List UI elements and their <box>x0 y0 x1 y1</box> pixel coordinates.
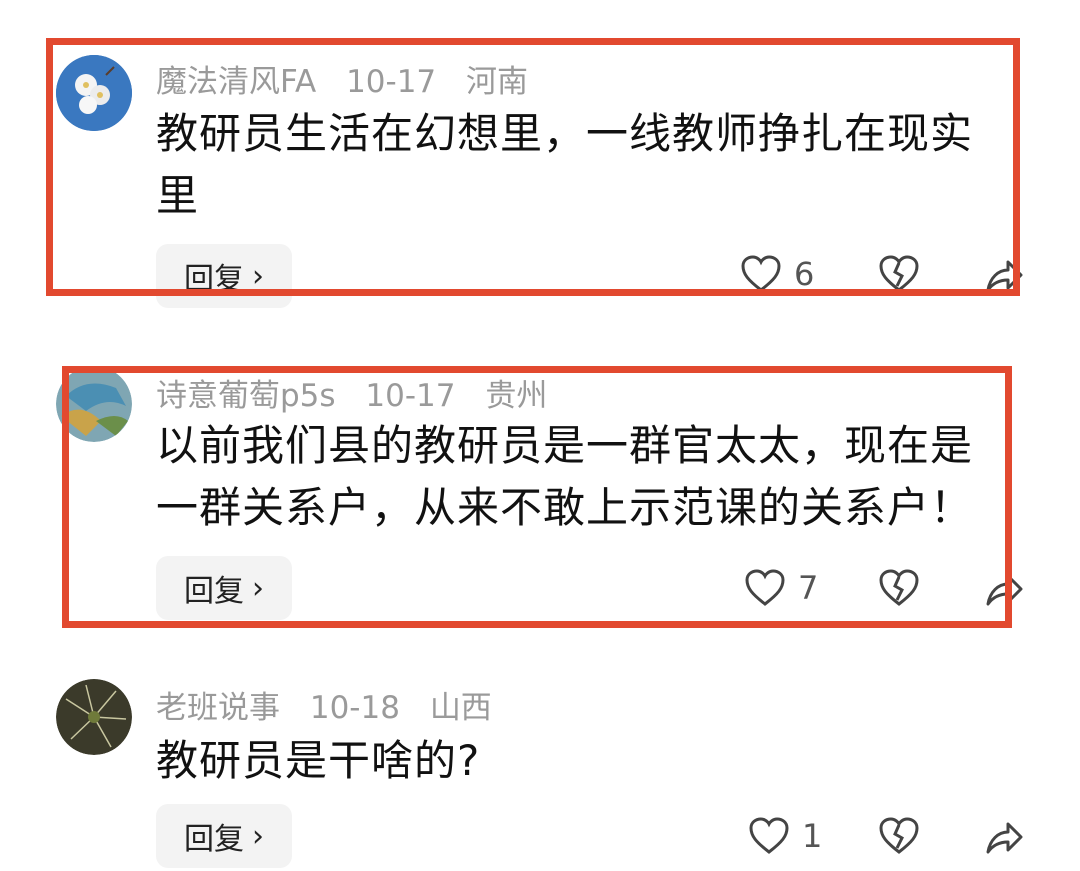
reply-label: 回复 <box>184 822 244 857</box>
avatar[interactable] <box>56 55 132 131</box>
share-button[interactable] <box>984 570 1024 608</box>
comment-text: 教研员是干啥的? <box>156 736 481 785</box>
comment-text: 以前我们县的教研员是一群官太太，现在是一群关系户，从来不敢上示范课的关系户！ <box>156 421 974 532</box>
dislike-button[interactable] <box>878 568 920 608</box>
chevron-right-icon: › <box>252 258 264 294</box>
like-count: 1 <box>802 817 823 855</box>
chevron-right-icon: › <box>252 570 264 606</box>
reply-button[interactable]: 回复 › <box>156 556 292 620</box>
username[interactable]: 魔法清风FA <box>156 64 316 100</box>
reply-button[interactable]: 回复 › <box>156 244 292 308</box>
share-button[interactable] <box>984 818 1024 856</box>
comment-item: 魔法清风FA 10-17 河南 教研员生活在幻想里，一线教师挣扎在现实里 回复 … <box>0 0 1080 330</box>
comment-location: 山西 <box>429 690 492 726</box>
share-icon <box>986 260 1023 292</box>
comment-item: 诗意葡萄p5s 10-17 贵州 以前我们县的教研员是一群官太太，现在是一群关系… <box>0 330 1080 660</box>
like-button[interactable]: 1 <box>748 816 822 856</box>
comment-item: 老班说事 10-18 山西 教研员是干啥的? 回复 › 1 <box>0 660 1080 871</box>
dislike-button[interactable] <box>878 254 920 294</box>
like-button[interactable]: 6 <box>740 254 814 294</box>
dislike-button[interactable] <box>878 816 920 856</box>
broken-heart-icon <box>879 817 919 854</box>
broken-heart-icon <box>879 255 919 292</box>
like-button[interactable]: 7 <box>744 568 818 608</box>
username[interactable]: 诗意葡萄p5s <box>156 378 336 414</box>
comment-meta: 诗意葡萄p5s 10-17 贵州 <box>156 370 567 415</box>
comment-date: 10-17 <box>346 64 437 100</box>
heart-icon <box>749 817 789 854</box>
avatar[interactable] <box>56 366 132 442</box>
reply-label: 回复 <box>184 574 244 609</box>
comment-date: 10-18 <box>309 690 400 726</box>
comment-meta: 老班说事 10-18 山西 <box>156 682 512 727</box>
like-count: 6 <box>794 255 815 293</box>
like-count: 7 <box>798 569 819 607</box>
heart-icon <box>741 255 781 292</box>
chevron-right-icon: › <box>252 818 264 854</box>
share-button[interactable] <box>984 256 1024 294</box>
username[interactable]: 老班说事 <box>156 690 280 726</box>
comment-location: 贵州 <box>485 378 548 414</box>
share-icon <box>986 822 1023 854</box>
comment-date: 10-17 <box>365 378 456 414</box>
comment-meta: 魔法清风FA 10-17 河南 <box>156 56 548 101</box>
share-icon <box>986 574 1023 606</box>
broken-heart-icon <box>879 569 919 606</box>
comment-text: 教研员生活在幻想里，一线教师挣扎在现实里 <box>156 109 974 220</box>
reply-button[interactable]: 回复 › <box>156 804 292 868</box>
avatar[interactable] <box>56 679 132 755</box>
reply-label: 回复 <box>184 262 244 297</box>
comment-location: 河南 <box>466 64 529 100</box>
heart-icon <box>745 569 785 606</box>
